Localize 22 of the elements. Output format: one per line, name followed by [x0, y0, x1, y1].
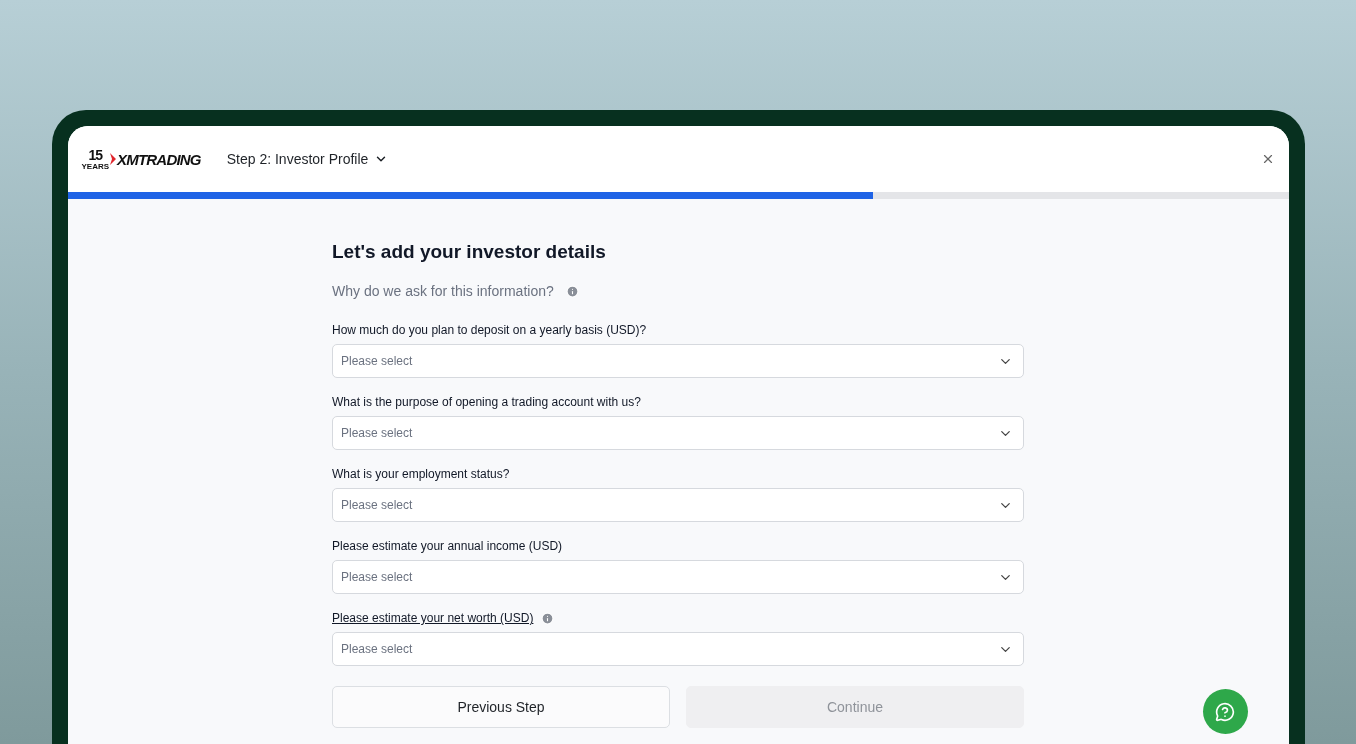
field-label: Please estimate your annual income (USD): [332, 539, 563, 553]
select-field[interactable]: Please select: [332, 632, 1024, 666]
step-dropdown[interactable]: Step 2: Investor Profile: [226, 151, 389, 167]
question-bubble-icon: [1215, 701, 1235, 722]
select-field[interactable]: Please select: [332, 344, 1024, 378]
why-text: Why do we ask for this information?: [332, 283, 554, 299]
info-icon[interactable]: [541, 611, 555, 625]
logo-brand: XMTRADING: [117, 150, 201, 168]
logo-years: YEARS: [81, 161, 110, 171]
field-label: What is your employment status?: [332, 467, 510, 481]
info-icon[interactable]: [565, 284, 579, 298]
flag-icon: [110, 153, 117, 165]
select-field[interactable]: Please select: [332, 488, 1024, 522]
select-field[interactable]: Please select: [332, 416, 1024, 450]
select-field[interactable]: Please select: [332, 560, 1024, 594]
previous-button[interactable]: Previous Step: [332, 686, 670, 728]
logo-number: 15: [88, 147, 103, 162]
field-label: How much do you plan to deposit on a yearly basis (USD)?: [332, 323, 647, 337]
help-button[interactable]: [1202, 689, 1248, 734]
field-label: What is the purpose of opening a trading account with us?: [332, 395, 641, 409]
page-title: Let's add your investor details: [332, 241, 607, 263]
field-label: Please estimate your net worth (USD): [332, 611, 534, 625]
